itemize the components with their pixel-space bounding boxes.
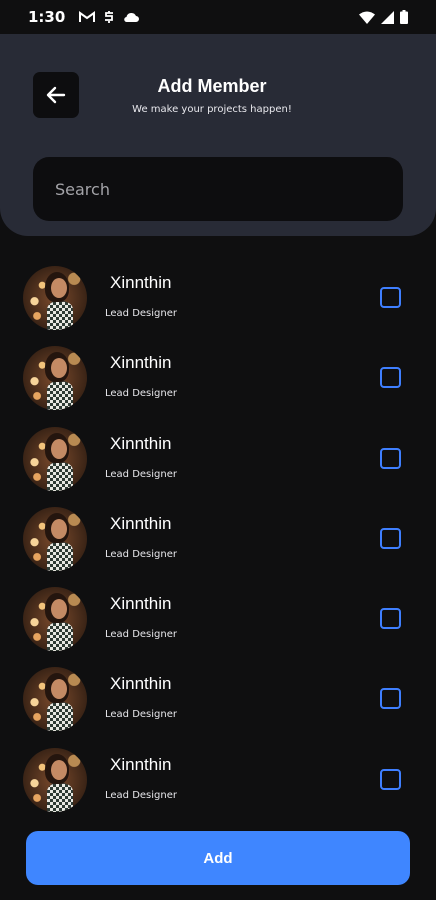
member-row[interactable]: Xinnthin Lead Designer <box>0 659 436 739</box>
avatar <box>23 346 87 411</box>
wifi-icon <box>359 11 375 24</box>
member-row[interactable]: Xinnthin Lead Designer <box>0 338 436 418</box>
back-button[interactable] <box>33 72 79 118</box>
member-checkbox[interactable] <box>380 287 401 308</box>
avatar <box>23 426 87 491</box>
member-role: Lead Designer <box>105 388 177 400</box>
avatar <box>23 667 87 732</box>
member-checkbox[interactable] <box>380 527 401 549</box>
member-name: Xinnthin <box>110 674 172 694</box>
member-row[interactable]: Xinnthin Lead Designer <box>0 419 436 499</box>
member-name: Xinnthin <box>110 353 172 373</box>
member-role: Lead Designer <box>105 709 177 721</box>
member-role: Lead Designer <box>105 308 177 319</box>
search-input[interactable] <box>33 157 403 221</box>
avatar <box>23 587 87 652</box>
member-name: Xinnthin <box>110 513 172 533</box>
avatar <box>23 266 87 330</box>
member-checkbox[interactable] <box>380 367 401 389</box>
status-bar: 1:30 <box>0 0 436 34</box>
header-panel: Add Member We make your projects happen! <box>0 34 436 236</box>
member-row[interactable]: Xinnthin Lead Designer <box>0 258 436 338</box>
member-name: Xinnthin <box>110 594 172 614</box>
sync-icon <box>105 11 114 23</box>
member-row[interactable]: Xinnthin Lead Designer <box>0 740 436 820</box>
signal-icon <box>381 10 394 24</box>
arrow-left-icon <box>46 86 66 104</box>
member-name: Xinnthin <box>110 433 172 453</box>
member-name: Xinnthin <box>110 754 172 774</box>
cloud-icon <box>124 12 140 23</box>
member-checkbox[interactable] <box>380 688 401 710</box>
member-role: Lead Designer <box>105 468 177 480</box>
status-time: 1:30 <box>28 8 66 26</box>
member-checkbox[interactable] <box>380 447 401 469</box>
member-checkbox[interactable] <box>380 768 401 790</box>
member-row[interactable]: Xinnthin Lead Designer <box>0 499 436 579</box>
page-subtitle: We make your projects happen! <box>132 104 292 115</box>
member-role: Lead Designer <box>105 629 177 641</box>
member-role: Lead Designer <box>105 548 177 560</box>
member-name: Xinnthin <box>110 273 172 292</box>
status-right-icons <box>359 10 408 24</box>
battery-icon <box>400 10 408 24</box>
gmail-icon <box>79 11 96 22</box>
status-left-icons <box>79 10 140 24</box>
member-checkbox[interactable] <box>380 608 401 630</box>
avatar <box>23 506 87 571</box>
member-role: Lead Designer <box>105 789 177 801</box>
avatar <box>23 747 87 812</box>
member-row[interactable]: Xinnthin Lead Designer <box>0 579 436 659</box>
member-list: Xinnthin Lead Designer Xinnthin Lead Des… <box>0 258 436 820</box>
add-button[interactable]: Add <box>26 831 410 885</box>
page-title: Add Member <box>157 76 267 96</box>
